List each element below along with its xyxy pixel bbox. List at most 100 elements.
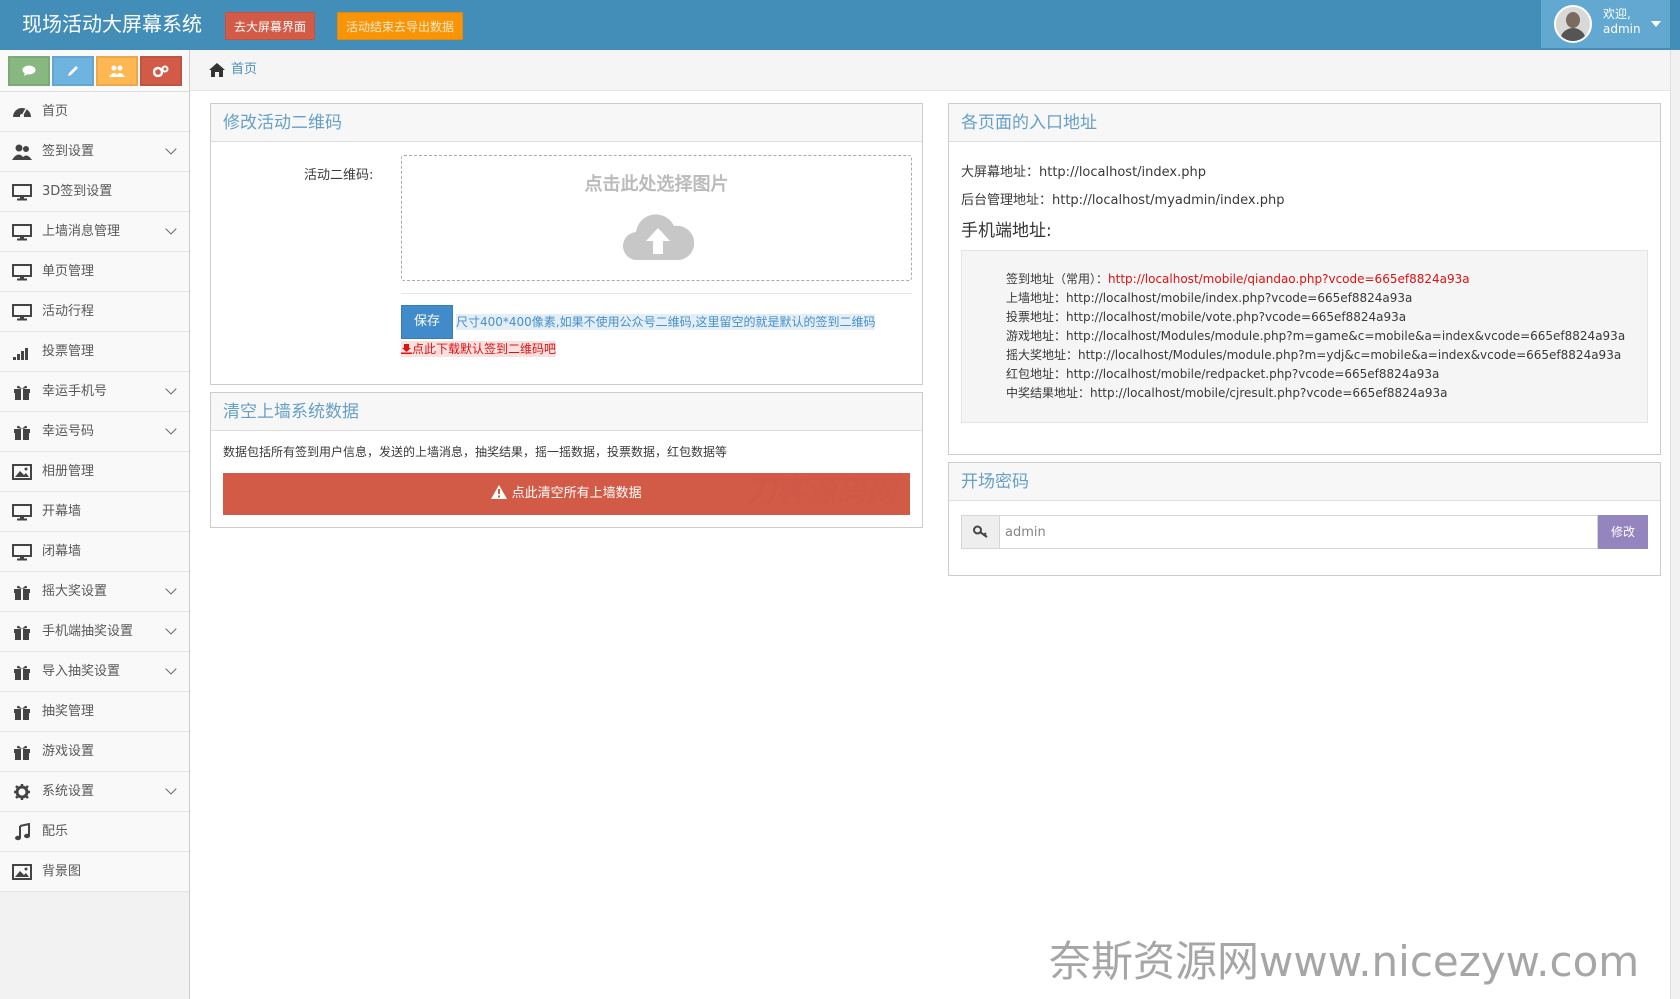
desktop-icon [12, 304, 32, 321]
sidebar-item-label: 幸运手机号 [42, 384, 108, 399]
password-input-group: 修改 [961, 515, 1648, 549]
chevron-down-icon [165, 423, 177, 435]
mobile-urls-well: 签到地址（常用）：http://localhost/mobile/qiandao… [961, 250, 1648, 423]
sidebar-item-label: 抽奖管理 [42, 704, 95, 719]
url-row: 摇大奖地址：http://localhost/Modules/module.ph… [1006, 348, 1622, 362]
sidebar-item[interactable]: 游戏设置 [0, 732, 189, 772]
clear-data-panel: 清空上墙系统数据 数据包括所有签到用户信息，发送的上墙消息，抽奖结果，摇一摇数据… [210, 392, 923, 528]
sidebar-item-label: 签到设置 [42, 144, 95, 159]
signin-url-link[interactable]: http://localhost/mobile/qiandao.php?vcod… [1108, 272, 1470, 286]
sidebar-shortcuts [0, 50, 189, 92]
sidebar-item[interactable]: 相册管理 [0, 452, 189, 492]
sidebar-item[interactable]: 摇大奖设置 [0, 572, 189, 612]
sidebar-item-label: 摇大奖设置 [42, 584, 108, 599]
sidebar-item-label: 单页管理 [42, 264, 95, 279]
qr-code-panel: 修改活动二维码 活动二维码: 点击此处选择图片 保存 尺寸400*400像素,如… [210, 103, 923, 385]
url-row: 红包地址：http://localhost/mobile/redpacket.p… [1006, 367, 1440, 381]
panel-title: 清空上墙系统数据 [223, 402, 359, 422]
panel-header: 修改活动二维码 [211, 104, 922, 142]
user-menu[interactable]: 欢迎, admin [1541, 0, 1670, 48]
modify-password-button[interactable]: 修改 [1598, 515, 1648, 549]
password-field[interactable] [999, 515, 1598, 549]
save-button[interactable]: 保存 [401, 305, 453, 339]
home-icon[interactable] [208, 62, 226, 78]
breadcrumb-home-link[interactable]: 首页 [231, 61, 257, 79]
admin-url: 后台管理地址：http://localhost/myadmin/index.ph… [961, 193, 1285, 208]
avatar [1554, 5, 1592, 43]
go-big-screen-button[interactable]: 去大屏幕界面 [225, 12, 315, 40]
sidebar-item[interactable]: 投票管理 [0, 332, 189, 372]
users-icon[interactable] [96, 56, 138, 86]
qr-size-hint: 尺寸400*400像素,如果不使用公众号二维码,这里留空的就是默认的签到二维码 [456, 314, 876, 330]
gift-icon [14, 705, 30, 720]
export-data-button[interactable]: 活动结束去导出数据 [337, 12, 463, 40]
pencil-icon[interactable] [52, 56, 94, 86]
warning-icon [491, 485, 508, 499]
sidebar: 首页 签到设置 3D签到设置 上墙消息管理 单页管理 活动行程 投票管理 幸运手… [0, 50, 190, 999]
sidebar-item[interactable]: 签到设置 [0, 132, 189, 172]
download-default-qr-link[interactable]: 点此下载默认签到二维码吧 [401, 341, 557, 357]
desktop-icon [12, 544, 32, 561]
gift-icon [14, 585, 30, 600]
breadcrumb: 首页 [190, 50, 1680, 91]
desktop-icon [12, 184, 32, 201]
sidebar-item[interactable]: 抽奖管理 [0, 692, 189, 732]
sidebar-item-label: 配乐 [42, 824, 69, 839]
sidebar-item[interactable]: 活动行程 [0, 292, 189, 332]
cloud-upload-icon [622, 214, 694, 261]
cogs-icon[interactable] [140, 56, 182, 86]
signin-url-row: 签到地址（常用）：http://localhost/mobile/qiandao… [1006, 271, 1470, 287]
sidebar-item-label: 开幕墙 [42, 504, 82, 519]
sidebar-item[interactable]: 背景图 [0, 852, 189, 892]
sidebar-nav: 首页 签到设置 3D签到设置 上墙消息管理 单页管理 活动行程 投票管理 幸运手… [0, 92, 189, 892]
big-screen-url: 大屏幕地址：http://localhost/index.php [961, 165, 1207, 180]
sidebar-item[interactable]: 配乐 [0, 812, 189, 852]
sidebar-item-label: 活动行程 [42, 304, 95, 319]
sidebar-item[interactable]: 幸运手机号 [0, 372, 189, 412]
divider [401, 293, 912, 294]
download-link-text: 点此下载默认签到二维码吧 [412, 342, 557, 356]
sidebar-item[interactable]: 系统设置 [0, 772, 189, 812]
clear-button-label: 点此清空所有上墙数据 [511, 486, 642, 501]
gift-icon [14, 665, 30, 680]
comments-icon[interactable] [8, 56, 50, 86]
signal-icon [13, 348, 28, 360]
sidebar-item[interactable]: 单页管理 [0, 252, 189, 292]
gift-icon [14, 425, 30, 440]
desktop-icon [12, 224, 32, 241]
top-navbar: 现场活动大屏幕系统 去大屏幕界面 活动结束去导出数据 欢迎, admin [0, 0, 1680, 50]
entry-urls-panel: 各页面的入口地址 大屏幕地址：http://localhost/index.ph… [948, 103, 1661, 455]
sidebar-item[interactable]: 导入抽奖设置 [0, 652, 189, 692]
sidebar-item-label: 首页 [42, 104, 69, 119]
gift-icon [14, 745, 30, 760]
chevron-down-icon [165, 143, 177, 155]
sidebar-item-label: 闭幕墙 [42, 544, 82, 559]
input-addon [961, 515, 1000, 549]
chevron-down-icon [165, 583, 177, 595]
url-row: 中奖结果地址：http://localhost/mobile/cjresult.… [1006, 386, 1448, 400]
username-text: admin [1603, 22, 1641, 36]
watermark-logo: 刀客源码网 [746, 475, 896, 510]
panel-header: 各页面的入口地址 [949, 104, 1660, 142]
welcome-text: 欢迎, [1603, 7, 1631, 21]
sidebar-item[interactable]: 手机端抽奖设置 [0, 612, 189, 652]
sidebar-item[interactable]: 开幕墙 [0, 492, 189, 532]
sidebar-item[interactable]: 3D签到设置 [0, 172, 189, 212]
sidebar-item-label: 游戏设置 [42, 744, 95, 759]
sidebar-item[interactable]: 幸运号码 [0, 412, 189, 452]
panel-title: 开场密码 [961, 472, 1029, 492]
site-watermark: 奈斯资源网www.nicezyw.com [1049, 937, 1640, 986]
signin-url-label: 签到地址（常用）： [1006, 272, 1109, 286]
music-icon [15, 823, 30, 841]
opening-password-panel: 开场密码 修改 [948, 462, 1661, 576]
scrollbar[interactable] [1670, 50, 1680, 999]
sidebar-item[interactable]: 首页 [0, 92, 189, 132]
url-row: 游戏地址：http://localhost/Modules/module.php… [1006, 329, 1626, 343]
app-brand[interactable]: 现场活动大屏幕系统 [22, 11, 202, 37]
sidebar-item[interactable]: 闭幕墙 [0, 532, 189, 572]
image-dropzone[interactable]: 点击此处选择图片 [401, 155, 912, 281]
sidebar-item[interactable]: 上墙消息管理 [0, 212, 189, 252]
panel-header: 开场密码 [949, 463, 1660, 501]
caret-down-icon[interactable] [1651, 21, 1661, 27]
url-row: 投票地址：http://localhost/mobile/vote.php?vc… [1006, 310, 1407, 324]
